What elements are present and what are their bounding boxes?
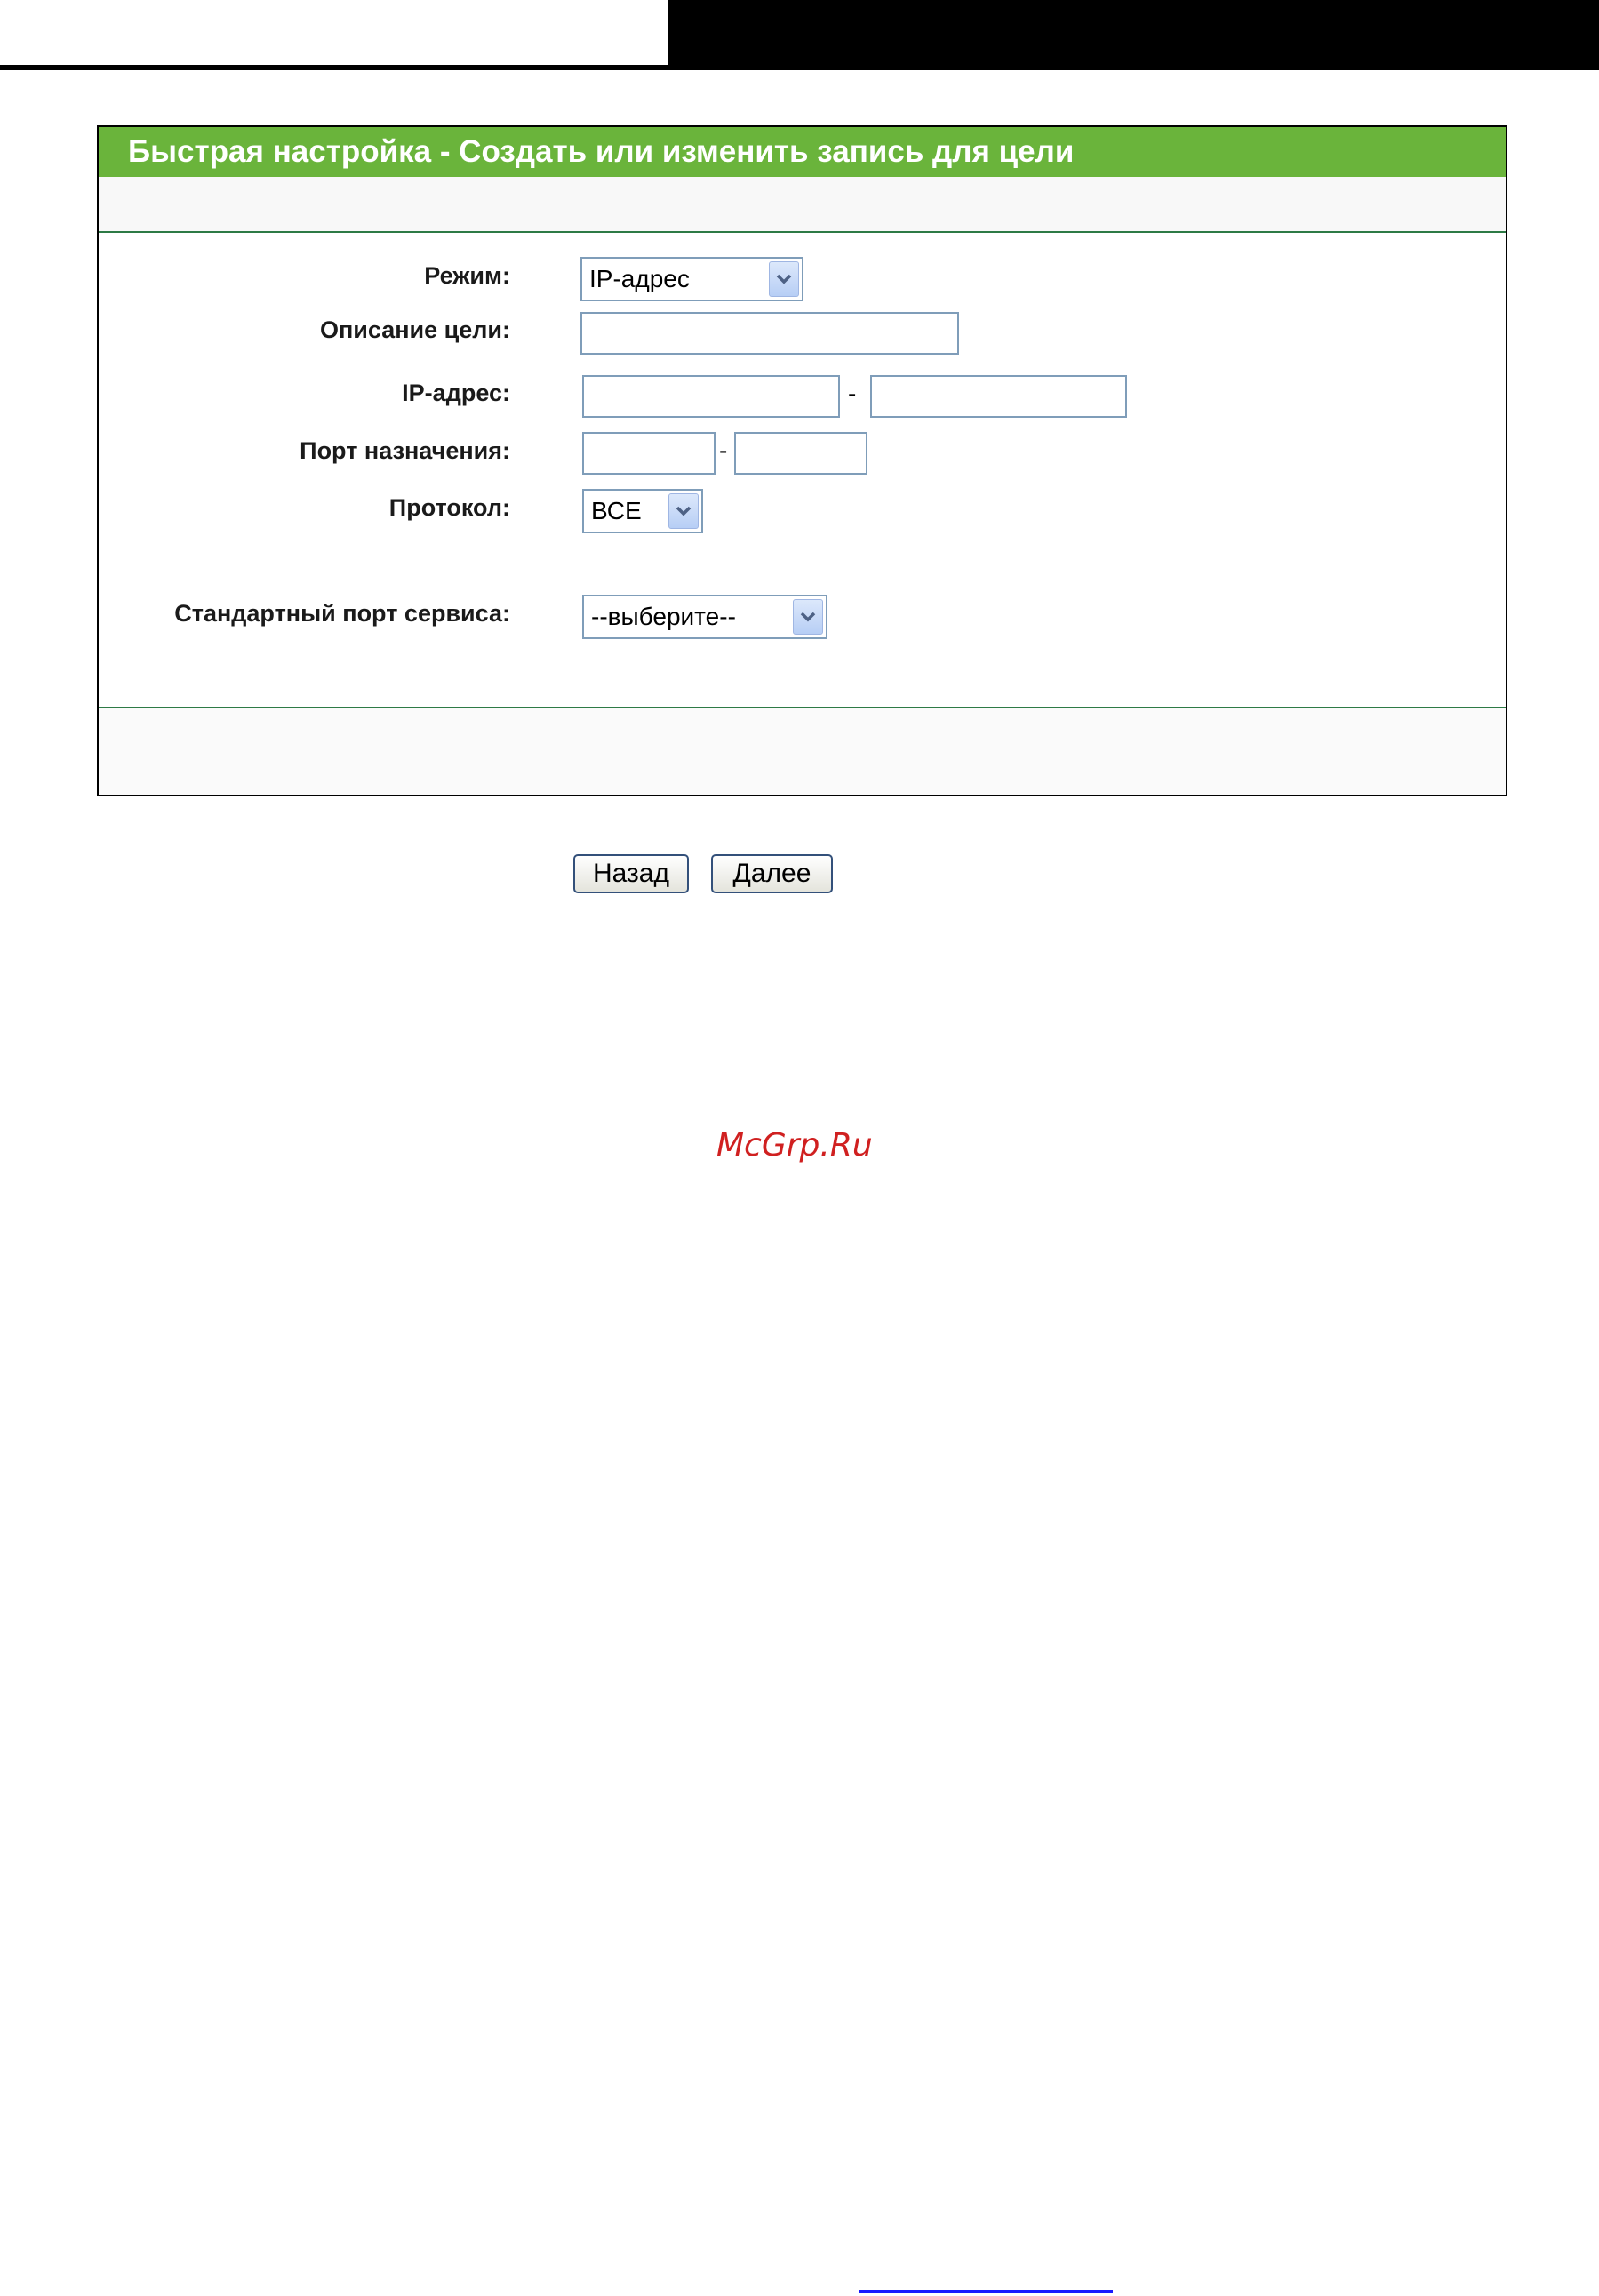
port-label: Порт назначения: xyxy=(300,437,510,464)
bottom-link-underline xyxy=(859,2290,1113,2293)
ip-label: IP-адрес: xyxy=(402,380,510,406)
protocol-select-value: ВСЕ xyxy=(591,497,642,524)
description-label: Описание цели: xyxy=(319,316,510,343)
protocol-label: Протокол: xyxy=(388,494,510,521)
port-end-input[interactable] xyxy=(734,432,867,475)
panel-footer: Назад Далее xyxy=(99,708,1506,893)
doc-header-rule xyxy=(0,65,1599,70)
mode-label: Режим: xyxy=(424,262,510,289)
quick-setup-panel: Быстрая настройка - Создать или изменить… xyxy=(97,125,1507,893)
mode-select[interactable]: IP-адрес xyxy=(580,257,803,301)
mode-select-value: IP-адрес xyxy=(589,265,690,292)
service-port-label: Стандартный порт сервиса: xyxy=(174,600,510,627)
back-button[interactable]: Назад xyxy=(573,854,689,893)
ip-range-separator: - xyxy=(848,380,857,407)
next-button[interactable]: Далее xyxy=(711,854,833,893)
doc-header-bar xyxy=(668,0,1599,65)
description-input[interactable] xyxy=(580,312,959,355)
panel-title: Быстрая настройка - Создать или изменить… xyxy=(99,127,1506,177)
protocol-select[interactable]: ВСЕ xyxy=(582,489,703,533)
watermark: McGrp.Ru xyxy=(716,1127,873,1164)
port-start-input[interactable] xyxy=(582,432,716,475)
chevron-down-icon xyxy=(668,493,699,529)
top-divider xyxy=(99,231,1506,233)
port-range-separator: - xyxy=(719,436,728,464)
ip-end-input[interactable] xyxy=(870,375,1127,418)
chevron-down-icon xyxy=(793,599,823,635)
service-port-select[interactable]: --выберите-- xyxy=(582,595,827,639)
panel-subbar xyxy=(99,177,1506,231)
service-port-select-value: --выберите-- xyxy=(591,603,736,630)
ip-start-input[interactable] xyxy=(582,375,840,418)
chevron-down-icon xyxy=(769,261,799,297)
